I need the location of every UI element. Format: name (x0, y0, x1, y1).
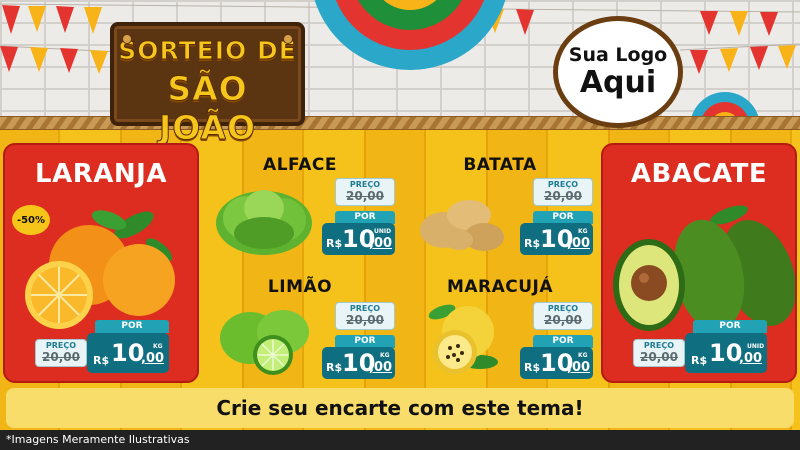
old-price-box: PREÇO 20,00 (533, 302, 593, 330)
price-unit: UNID (374, 228, 392, 235)
old-price: 20,00 (346, 189, 384, 203)
price-cents: ,00 (739, 351, 763, 366)
potato-image (420, 200, 504, 251)
price-unit: UNID (747, 343, 765, 350)
price-cents: ,00 (369, 236, 393, 251)
price-unit: KG (380, 352, 390, 359)
new-price-box: R$ 10 ,00 KG (87, 333, 169, 373)
new-price-box: R$ 10 ,00 UNID (322, 223, 395, 255)
sign-bead (283, 34, 293, 44)
por-label: POR (95, 320, 169, 333)
product-name-limao: LIMÃO (267, 277, 333, 297)
sign-title-line1: SORTEIO DE (118, 36, 297, 66)
sign-title-line2: SÃO JOÃO (158, 69, 257, 148)
price-unit: KG (153, 343, 163, 350)
price-unit: KG (578, 352, 588, 359)
old-price: 20,00 (544, 313, 582, 327)
sign-bead (122, 34, 132, 44)
new-price-box: R$ 10 ,00 KG (520, 223, 593, 255)
product-name: ABACATE (630, 159, 768, 189)
old-price-box: PREÇO 20,00 (533, 178, 593, 206)
passion-fruit-image (428, 304, 498, 374)
new-price-box: R$ 10 ,00 KG (322, 347, 395, 379)
price-unit: KG (578, 228, 588, 235)
new-price-box: R$ 10 ,00 KG (520, 347, 593, 379)
old-price: 20,00 (42, 350, 80, 364)
old-price: 20,00 (640, 350, 678, 364)
banner-text: Crie seu encarte com este tema! (216, 396, 584, 420)
currency: R$ (524, 237, 541, 250)
call-to-action-banner: Crie seu encarte com este tema! (6, 388, 794, 428)
title-sign: SORTEIO DE SÃO JOÃO (110, 22, 305, 148)
price-cents: ,00 (567, 236, 591, 251)
product-name-alface: ALFACE (263, 155, 337, 175)
product-card-abacate: ABACATE PREÇO 20,00 POR R$ 10 ,00 UNID (601, 143, 797, 383)
product-name: LARANJA (35, 159, 167, 189)
avocado-image (613, 205, 795, 331)
price-cents: ,00 (369, 360, 393, 375)
product-name-maracuja: MARACUJÁ (446, 277, 554, 297)
currency: R$ (524, 361, 541, 374)
new-price-box: R$ 10 ,00 UNID (685, 333, 767, 373)
currency: R$ (326, 237, 343, 250)
product-card-laranja: LARANJA PREÇO 20,00 POR R$ 10 ,00 KG (3, 143, 199, 383)
old-price: 20,00 (346, 313, 384, 327)
old-price-box: PREÇO 20,00 (335, 302, 395, 330)
discount-badge: -50% (12, 205, 50, 235)
old-price: 20,00 (544, 189, 582, 203)
currency: R$ (93, 354, 110, 367)
old-price-box: PREÇO 20,00 (335, 178, 395, 206)
logo-text-line2: Aqui (579, 65, 657, 100)
price-integer: 10 (111, 339, 145, 367)
disclaimer-footer: *Imagens Meramente Ilustrativas (0, 430, 800, 450)
product-name-batata: BATATA (463, 155, 537, 175)
lettuce-image (216, 190, 312, 255)
por-label: POR (693, 320, 767, 333)
currency: R$ (691, 354, 708, 367)
old-price-box: PREÇO 20,00 (35, 339, 87, 367)
logo-placeholder: Sua Logo Aqui (553, 16, 683, 128)
currency: R$ (326, 361, 343, 374)
price-cents: ,00 (141, 351, 165, 366)
paper-fan-decoration (314, 0, 506, 70)
price-cents: ,00 (567, 360, 591, 375)
old-price-box: PREÇO 20,00 (633, 339, 685, 367)
logo-text-line1: Sua Logo (568, 44, 668, 66)
price-integer: 10 (709, 339, 743, 367)
lime-image (220, 310, 309, 375)
